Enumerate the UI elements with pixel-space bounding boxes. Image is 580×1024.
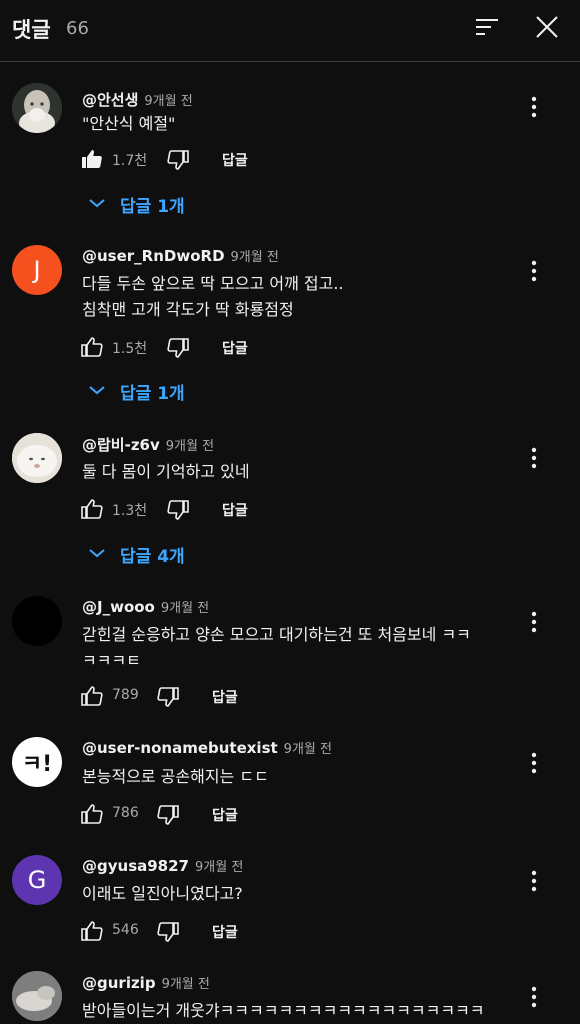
more-options-icon[interactable] <box>528 610 540 634</box>
avatar[interactable] <box>12 596 62 646</box>
like-icon[interactable] <box>80 497 104 521</box>
comment-actions: 789 답글 <box>80 684 380 710</box>
like-icon[interactable] <box>80 802 104 826</box>
more-options-icon[interactable] <box>528 95 540 119</box>
comment-author[interactable]: @랍비-z6v <box>82 436 160 454</box>
reply-button[interactable]: 답글 <box>212 922 238 942</box>
comment-text: 둘 다 몸이 기억하고 있네 <box>82 459 512 485</box>
comment-actions: 1.5천 답글 <box>80 335 380 361</box>
comment-header: @user_RnDwoRD 9개월 전 <box>82 246 279 265</box>
close-icon[interactable] <box>534 14 560 40</box>
like-count: 1.5천 <box>112 341 148 357</box>
avatar[interactable] <box>12 433 62 483</box>
dislike-icon[interactable] <box>156 685 180 709</box>
comment-time[interactable]: 9개월 전 <box>195 860 243 875</box>
comment-time[interactable]: 9개월 전 <box>166 439 214 454</box>
like-count: 786 <box>112 805 139 821</box>
comment-author[interactable]: @gurizip <box>82 974 156 992</box>
view-replies-button[interactable]: 답글 4개 <box>88 541 185 567</box>
comment-text-line: ㅋㅋㅋㅌ <box>82 651 141 670</box>
dislike-icon[interactable] <box>166 148 190 172</box>
view-replies-label: 답글 1개 <box>120 383 185 404</box>
like-count: 1.7천 <box>112 153 148 169</box>
comment-text: "안산식 예절" <box>82 111 512 137</box>
comment-author[interactable]: @안선생 <box>82 91 138 109</box>
comment-text-line: 둘 다 몸이 기억하고 있네 <box>82 462 250 481</box>
view-replies-button[interactable]: 답글 1개 <box>88 191 185 217</box>
like-count: 1.3천 <box>112 503 148 519</box>
avatar-text: ㅋ! <box>21 752 53 777</box>
comments-header: 댓글 66 <box>0 0 580 62</box>
comment-header: @user-nonamebutexist 9개월 전 <box>82 738 332 757</box>
more-options-icon[interactable] <box>528 751 540 775</box>
like-count: 546 <box>112 922 139 938</box>
comment-author[interactable]: @gyusa9827 <box>82 857 189 875</box>
like-icon[interactable] <box>80 147 104 171</box>
comment-text-line: 다들 두손 앞으로 딱 모으고 어깨 접고.. <box>82 274 344 293</box>
comments-title: 댓글 <box>12 18 51 42</box>
reply-button[interactable]: 답글 <box>222 150 248 170</box>
more-options-icon[interactable] <box>528 869 540 893</box>
comment-author[interactable]: @user-nonamebutexist <box>82 739 278 757</box>
view-replies-label: 답글 4개 <box>120 546 185 567</box>
comment-actions: 1.7천 답글 <box>80 147 380 173</box>
comment-time[interactable]: 9개월 전 <box>144 94 192 109</box>
comment-count: 66 <box>66 18 89 39</box>
comment-header: @gurizip 9개월 전 <box>82 973 210 992</box>
comment-text-line: 갇힌걸 순응하고 양손 모으고 대기하는건 또 처음보네 ㅋㅋ <box>82 625 471 644</box>
reply-button[interactable]: 답글 <box>212 687 238 707</box>
more-options-icon[interactable] <box>528 259 540 283</box>
avatar[interactable]: J <box>12 245 62 295</box>
comment-text: 받아들이는거 개웃갸ㅋㅋㅋㅋㅋㅋㅋㅋㅋㅋㅋㅋㅋㅋㅋㅋㅋㅋ <box>82 998 512 1024</box>
avatar[interactable] <box>12 971 62 1021</box>
comment-text: 갇힌걸 순응하고 양손 모으고 대기하는건 또 처음보네 ㅋㅋ ㅋㅋㅋㅌ <box>82 622 512 674</box>
like-icon[interactable] <box>80 335 104 359</box>
dislike-icon[interactable] <box>166 336 190 360</box>
comment-time[interactable]: 9개월 전 <box>284 742 332 757</box>
dislike-icon[interactable] <box>156 920 180 944</box>
view-replies-label: 답글 1개 <box>120 196 185 217</box>
comment-time[interactable]: 9개월 전 <box>162 977 210 992</box>
comment-text-line: 본능적으로 공손해지는 ㄷㄷ <box>82 767 269 786</box>
chevron-down-icon <box>88 544 120 564</box>
comment-text-line: "안산식 예절" <box>82 114 176 133</box>
like-icon[interactable] <box>80 919 104 943</box>
more-options-icon[interactable] <box>528 985 540 1009</box>
like-icon[interactable] <box>80 684 104 708</box>
reply-button[interactable]: 답글 <box>212 805 238 825</box>
avatar-letter: J <box>33 256 41 284</box>
chevron-down-icon <box>88 381 120 401</box>
like-count: 789 <box>112 687 139 703</box>
chevron-down-icon <box>88 194 120 214</box>
comment-text: 다들 두손 앞으로 딱 모으고 어깨 접고.. 침착맨 고개 각도가 딱 화룡점정 <box>82 271 512 323</box>
comment-actions: 1.3천 답글 <box>80 497 380 523</box>
comment-text-line: 이래도 일진아니였다고? <box>82 884 243 903</box>
comment-time[interactable]: 9개월 전 <box>231 250 279 265</box>
reply-button[interactable]: 답글 <box>222 338 248 358</box>
comment-author[interactable]: @J_wooo <box>82 598 155 616</box>
comment-text-line: 받아들이는거 개웃갸ㅋㅋㅋㅋㅋㅋㅋㅋㅋㅋㅋㅋㅋㅋㅋㅋㅋㅋ <box>82 1001 485 1020</box>
comment-time[interactable]: 9개월 전 <box>161 601 209 616</box>
avatar-letter: G <box>27 866 47 894</box>
reply-button[interactable]: 답글 <box>222 500 248 520</box>
comment-text: 본능적으로 공손해지는 ㄷㄷ <box>82 764 512 790</box>
view-replies-button[interactable]: 답글 1개 <box>88 378 185 404</box>
comment-header: @랍비-z6v 9개월 전 <box>82 434 214 455</box>
sort-icon[interactable] <box>474 16 500 38</box>
more-options-icon[interactable] <box>528 446 540 470</box>
comment-actions: 786 답글 <box>80 802 380 828</box>
comment-header: @J_wooo 9개월 전 <box>82 597 209 616</box>
dislike-icon[interactable] <box>166 498 190 522</box>
avatar[interactable]: ㅋ! <box>12 737 62 787</box>
comment-text-line: 침착맨 고개 각도가 딱 화룡점정 <box>82 300 294 319</box>
comment-actions: 546 답글 <box>80 919 380 945</box>
avatar[interactable] <box>12 83 62 133</box>
comment-author[interactable]: @user_RnDwoRD <box>82 247 225 265</box>
dislike-icon[interactable] <box>156 803 180 827</box>
avatar[interactable]: G <box>12 855 62 905</box>
comment-header: @안선생 9개월 전 <box>82 89 193 110</box>
comment-text: 이래도 일진아니였다고? <box>82 881 512 907</box>
comment-header: @gyusa9827 9개월 전 <box>82 856 243 875</box>
